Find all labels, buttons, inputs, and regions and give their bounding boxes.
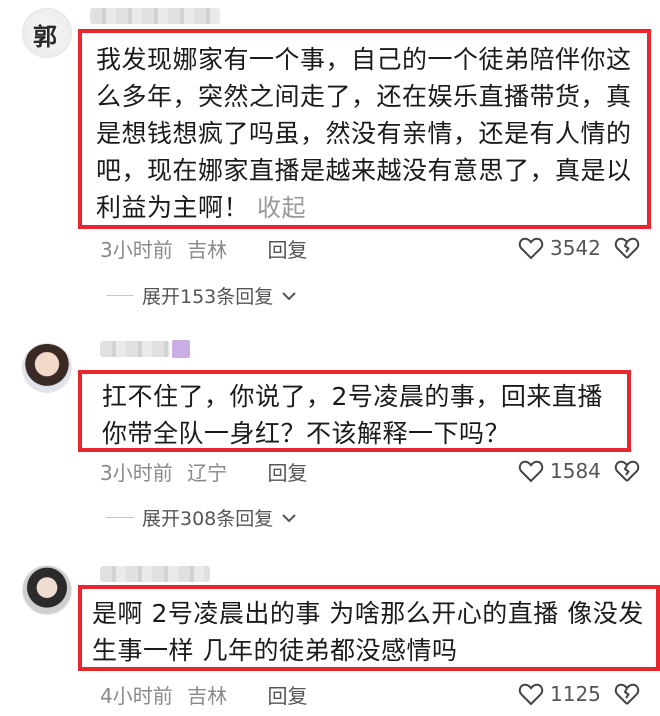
expand-replies-label: 展开153条回复	[142, 286, 274, 308]
broken-heart-icon[interactable]	[614, 682, 640, 706]
avatar-text: 郭	[33, 22, 57, 51]
like-button[interactable]: 3542	[518, 236, 601, 260]
avatar[interactable]: 郭	[22, 8, 72, 58]
reply-button[interactable]: 回复	[267, 684, 307, 708]
expand-replies-button[interactable]: 展开308条回复	[106, 504, 297, 531]
comment-text: 扛不住了，你说了，2号凌晨的事，回来直播你带全队一身红？不该解释一下吗？	[102, 382, 603, 448]
avatar[interactable]	[22, 343, 72, 393]
divider-line	[106, 517, 134, 518]
broken-heart-icon[interactable]	[614, 236, 640, 260]
expand-replies-label: 展开308条回复	[142, 508, 274, 530]
avatar[interactable]	[22, 565, 72, 615]
expand-replies-button[interactable]: 展开153条回复	[106, 282, 297, 309]
heart-icon	[518, 237, 544, 260]
heart-icon	[518, 683, 544, 706]
comment-location: 辽宁	[187, 461, 228, 485]
comment-time: 3小时前	[100, 461, 173, 485]
like-count: 1584	[550, 459, 601, 483]
reply-button[interactable]: 回复	[267, 461, 307, 485]
chevron-down-icon	[282, 291, 296, 300]
comment-location: 吉林	[187, 684, 228, 708]
comment-meta: 3小时前 辽宁 回复	[100, 457, 307, 486]
comment-highlight-box: 扛不住了，你说了，2号凌晨的事，回来直播你带全队一身红？不该解释一下吗？	[78, 370, 631, 452]
heart-icon	[518, 460, 544, 483]
like-button[interactable]: 1125	[518, 682, 601, 706]
comment-meta: 4小时前 吉林 回复	[100, 680, 307, 709]
comment-time: 3小时前	[100, 238, 173, 262]
like-count: 1125	[550, 682, 601, 706]
username-blurred[interactable]	[90, 8, 220, 24]
username-blurred-tag	[172, 340, 190, 358]
comment-text: 我发现娜家有一个事，自己的一个徒弟陪伴你这么多年，突然之间走了，还在娱乐直播带货…	[96, 45, 632, 222]
comment-highlight-box: 我发现娜家有一个事，自己的一个徒弟陪伴你这么多年，突然之间走了，还在娱乐直播带货…	[78, 29, 651, 229]
comment-time: 4小时前	[100, 684, 173, 708]
reply-button[interactable]: 回复	[267, 238, 307, 262]
collapse-link[interactable]: 收起	[257, 194, 306, 222]
chevron-down-icon	[282, 513, 296, 522]
username-blurred[interactable]	[100, 341, 170, 357]
divider-line	[106, 295, 134, 296]
comment-location: 吉林	[187, 238, 228, 262]
like-button[interactable]: 1584	[518, 459, 601, 483]
comment-text: 是啊 2号凌晨出的事 为啥那么开心的直播 像没发生事一样 几年的徒弟都没感情吗	[92, 599, 644, 665]
comment-highlight-box: 是啊 2号凌晨出的事 为啥那么开心的直播 像没发生事一样 几年的徒弟都没感情吗	[78, 585, 660, 671]
comment-meta: 3小时前 吉林 回复	[100, 234, 307, 263]
like-count: 3542	[550, 236, 601, 260]
broken-heart-icon[interactable]	[614, 459, 640, 483]
username-blurred[interactable]	[100, 566, 210, 582]
